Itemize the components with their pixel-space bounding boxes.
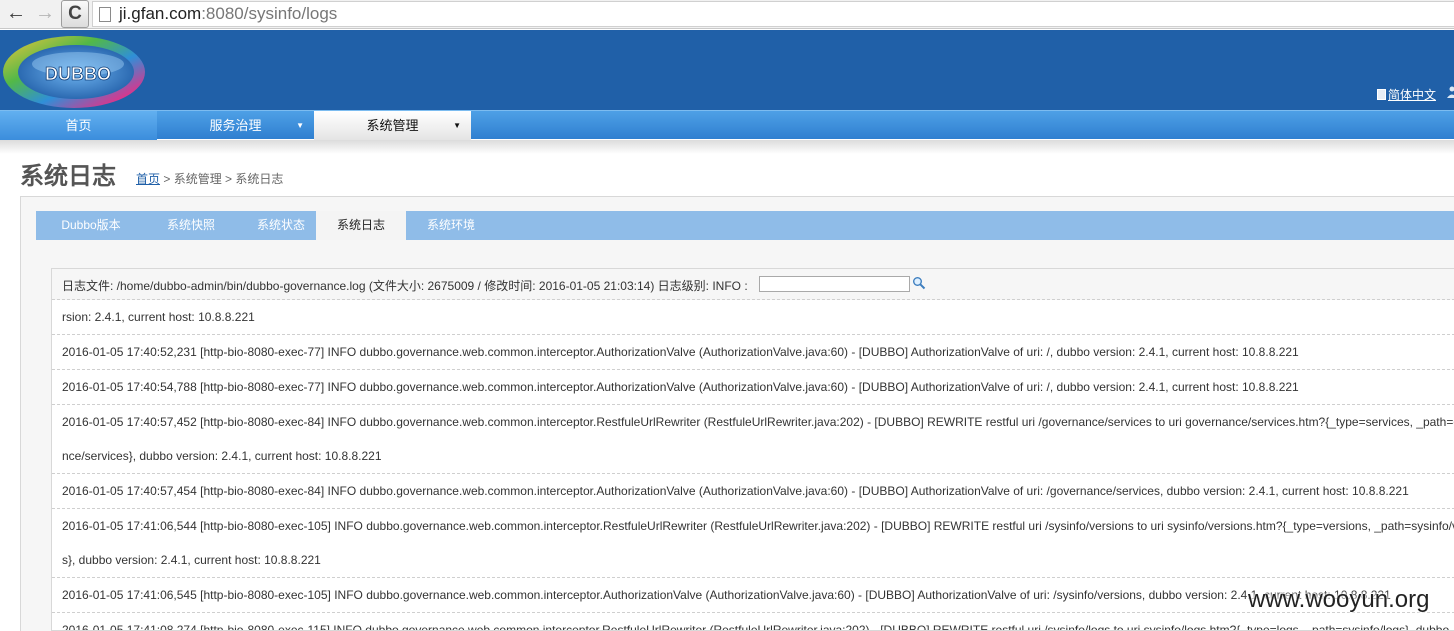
log-line: nce/services}, dubbo version: 2.4.1, cur… [62, 449, 382, 463]
log-row: 2016-01-05 17:41:08,274 [http-bio-8080-e… [52, 613, 1454, 631]
log-line: 2016-01-05 17:40:57,452 [http-bio-8080-e… [62, 415, 1454, 429]
url-host: ji.gfan.com [119, 4, 202, 23]
browser-toolbar: ← → C ji.gfan.com:8080/sysinfo/logs [0, 0, 1454, 29]
log-level-input[interactable] [759, 276, 910, 292]
forward-arrow-icon[interactable]: → [33, 2, 57, 26]
log-row: s}, dubbo version: 2.4.1, current host: … [52, 543, 1454, 578]
log-line: 2016-01-05 17:41:08,274 [http-bio-8080-e… [62, 623, 1450, 631]
tab-system-status[interactable]: 系统状态 [236, 211, 326, 240]
log-line: 2016-01-05 17:40:52,231 [http-bio-8080-e… [62, 345, 1299, 359]
log-row: 2016-01-05 17:41:06,545 [http-bio-8080-e… [52, 578, 1454, 613]
log-table: 日志文件: /home/dubbo-admin/bin/dubbo-govern… [51, 268, 1454, 631]
log-row: 2016-01-05 17:40:52,231 [http-bio-8080-e… [52, 335, 1454, 370]
log-header: 日志文件: /home/dubbo-admin/bin/dubbo-govern… [52, 269, 1454, 300]
tab-dubbo-version[interactable]: Dubbo版本 [36, 211, 146, 240]
nav-tab-system-management[interactable]: 系统管理 ▼ [314, 111, 471, 140]
watermark: www.wooyun.org [1248, 586, 1430, 613]
main-nav: 首页 服务治理 ▼ 系统管理 ▼ [0, 110, 1454, 140]
search-icon[interactable] [912, 276, 926, 290]
tab-system-snapshot[interactable]: 系统快照 [146, 211, 236, 240]
tab-system-logs[interactable]: 系统日志 [316, 211, 406, 240]
log-line: 2016-01-05 17:41:06,545 [http-bio-8080-e… [62, 588, 1391, 602]
breadcrumb: 首页 > 系统管理 > 系统日志 [136, 170, 283, 187]
log-line: 2016-01-05 17:40:57,454 [http-bio-8080-e… [62, 484, 1409, 498]
log-row: 2016-01-05 17:40:57,452 [http-bio-8080-e… [52, 405, 1454, 440]
log-line: 2016-01-05 17:41:06,544 [http-bio-8080-e… [62, 519, 1454, 533]
breadcrumb-trail: > 系统管理 > 系统日志 [160, 172, 284, 186]
log-line: 2016-01-05 17:40:54,788 [http-bio-8080-e… [62, 380, 1299, 394]
address-bar[interactable]: ji.gfan.com:8080/sysinfo/logs [92, 1, 1454, 27]
dropdown-arrow-icon: ▼ [453, 121, 461, 130]
reload-icon[interactable]: C [61, 0, 89, 28]
log-row: nce/services}, dubbo version: 2.4.1, cur… [52, 439, 1454, 474]
nav-shadow [0, 140, 1454, 154]
log-row: rsion: 2.4.1, current host: 10.8.8.221 [52, 300, 1454, 335]
log-line: s}, dubbo version: 2.4.1, current host: … [62, 553, 321, 567]
nav-tab-service-label: 服务治理 [209, 118, 262, 133]
log-row: 2016-01-05 17:40:54,788 [http-bio-8080-e… [52, 370, 1454, 405]
nav-tab-system-label: 系统管理 [366, 118, 419, 133]
back-arrow-icon[interactable]: ← [4, 2, 28, 26]
language-link[interactable]: 简体中文 [1377, 86, 1436, 103]
sub-tabs: Dubbo版本 系统快照 系统状态 系统日志 系统环境 [36, 211, 1454, 240]
dropdown-arrow-icon: ▼ [296, 121, 304, 130]
nav-tab-home-label: 首页 [65, 118, 92, 133]
url-text[interactable]: ji.gfan.com:8080/sysinfo/logs [119, 4, 337, 24]
log-line: rsion: 2.4.1, current host: 10.8.8.221 [62, 310, 255, 324]
document-icon [1377, 89, 1386, 100]
site-header: DUBBO 简体中文 [0, 30, 1454, 110]
log-row: 2016-01-05 17:40:57,454 [http-bio-8080-e… [52, 474, 1454, 509]
breadcrumb-home-link[interactable]: 首页 [136, 172, 160, 186]
nav-tab-home[interactable]: 首页 [0, 111, 157, 140]
page-title: 系统日志 [20, 163, 116, 190]
language-label: 简体中文 [1388, 88, 1437, 102]
nav-tab-service-governance[interactable]: 服务治理 ▼ [157, 111, 314, 140]
logo-text: DUBBO [45, 64, 111, 84]
user-icon[interactable] [1447, 86, 1454, 98]
log-row: 2016-01-05 17:41:06,544 [http-bio-8080-e… [52, 509, 1454, 544]
page-icon [99, 7, 111, 22]
tab-system-environment[interactable]: 系统环境 [406, 211, 496, 240]
dubbo-logo[interactable]: DUBBO [2, 34, 148, 110]
url-path: :8080/sysinfo/logs [201, 4, 338, 23]
log-file-info: 日志文件: /home/dubbo-admin/bin/dubbo-govern… [62, 279, 748, 293]
